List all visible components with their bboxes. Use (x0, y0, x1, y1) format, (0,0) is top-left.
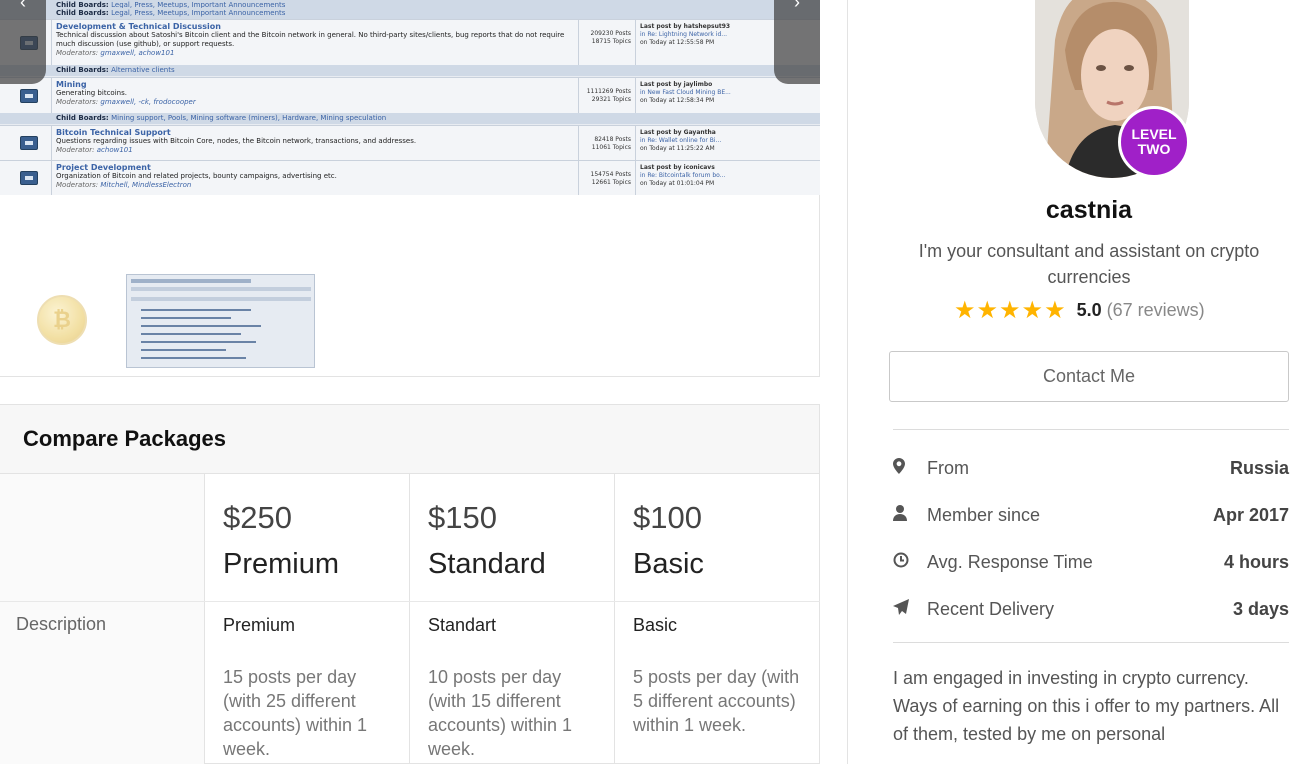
divider (893, 642, 1289, 643)
level-badge-line2: TWO (1137, 141, 1171, 157)
seller-card: LEVEL TWO castnia I'm your consultant an… (847, 0, 1303, 764)
stat-from: From Russia (893, 456, 1289, 480)
compare-packages-title: Compare Packages (23, 426, 226, 451)
package-price: $100 (633, 500, 702, 535)
forum-row: Project Development Organization of Bitc… (0, 160, 820, 195)
package-standard[interactable]: $150 Standard Standart 10 posts per day … (409, 474, 614, 764)
user-icon (893, 504, 927, 526)
gallery-next-button[interactable]: › (774, 0, 820, 84)
paper-plane-icon (893, 598, 927, 620)
package-description-title: Basic (633, 615, 678, 635)
forum-child-boards: Child Boards: Alternative clients (0, 65, 820, 76)
seller-about-text: I am engaged in investing in crypto curr… (893, 668, 1280, 744)
forum-row: Mining Generating bitcoins. Moderators: … (0, 77, 820, 113)
package-description-title: Premium (223, 615, 296, 635)
forum-child-boards: Child Boards: Mining support, Pools, Min… (0, 113, 820, 124)
seller-tagline: I'm your consultant and assistant on cry… (918, 241, 1260, 287)
stat-label: Recent Delivery (927, 598, 1055, 619)
reviews-count: (67 reviews) (1106, 300, 1205, 320)
clock-icon (893, 552, 927, 573)
stat-value: 3 days (1232, 598, 1289, 619)
gig-page: Child Boards: Legal, Press, Meetups, Imp… (0, 0, 1303, 764)
package-description-body: 15 posts per day (with 25 different acco… (223, 667, 368, 759)
bitcoin-icon: ₿ (53, 307, 71, 332)
package-description-title: Standart (428, 615, 497, 635)
chevron-right-icon: › (794, 0, 800, 12)
stat-response-time: Avg. Response Time 4 hours (893, 550, 1289, 574)
seller-rating[interactable]: ★★★★★ 5.0 (67 reviews) (954, 296, 1205, 325)
star-rating-icon: ★★★★★ (954, 297, 1067, 324)
chevron-left-icon: ‹ (20, 0, 26, 12)
package-price: $150 (428, 500, 497, 535)
package-name: Premium (223, 548, 340, 580)
package-name: Standard (428, 548, 546, 580)
package-premium[interactable]: $250 Premium Premium 15 posts per day (w… (204, 474, 409, 764)
packages-grid: Description $250 Premium Premium 15 post… (0, 474, 820, 764)
stat-label: Member since (927, 504, 1041, 525)
forum-row: Bitcoin Technical Support Questions rega… (0, 125, 820, 160)
package-description-body: 5 posts per day (with 5 different accoun… (633, 667, 800, 735)
stat-value: Apr 2017 (1212, 504, 1289, 525)
description-label: Description (16, 614, 107, 634)
stat-recent-delivery: Recent Delivery 3 days (893, 597, 1289, 621)
package-description-body: 10 posts per day (with 15 different acco… (428, 667, 573, 759)
compare-packages-table: Compare Packages Description $250 Premiu… (0, 404, 820, 764)
package-name: Basic (633, 548, 704, 580)
gallery-prev-button[interactable]: ‹ (0, 0, 46, 84)
gallery-main-image[interactable]: Child Boards: Legal, Press, Meetups, Imp… (0, 0, 820, 195)
divider (893, 429, 1289, 430)
forum-row: Development & Technical Discussion Techn… (0, 19, 820, 65)
rating-score: 5.0 (1076, 300, 1102, 320)
contact-me-button[interactable]: Contact Me (889, 351, 1289, 402)
stat-label: Avg. Response Time (927, 551, 1093, 572)
board-icon (19, 88, 38, 103)
board-icon (19, 136, 38, 150)
seller-username[interactable]: castnia (848, 196, 1303, 225)
gallery-thumbnail-bitcoin[interactable]: ₿ (37, 295, 87, 345)
gig-main-column: Child Boards: Legal, Press, Meetups, Imp… (0, 0, 820, 764)
forum-child-boards: Child Boards: Legal, Press, Meetups, Imp… (0, 8, 820, 19)
package-basic[interactable]: $100 Basic Basic 5 posts per day (with 5… (614, 474, 820, 764)
package-price: $250 (223, 500, 292, 535)
row-divider (0, 601, 820, 602)
gig-gallery: Child Boards: Legal, Press, Meetups, Imp… (0, 0, 820, 377)
level-badge-line1: LEVEL (1131, 126, 1177, 142)
stat-label: From (927, 457, 969, 478)
board-icon (19, 171, 38, 185)
map-pin-icon (893, 457, 927, 479)
packages-label-column: Description (0, 474, 204, 764)
stat-value: 4 hours (1223, 551, 1289, 572)
compare-packages-header: Compare Packages (0, 405, 819, 474)
stat-value: Russia (1229, 457, 1289, 478)
stat-member-since: Member since Apr 2017 (893, 503, 1289, 527)
level-badge: LEVEL TWO (1118, 106, 1190, 178)
gallery-thumbnail-forum[interactable] (126, 274, 315, 368)
